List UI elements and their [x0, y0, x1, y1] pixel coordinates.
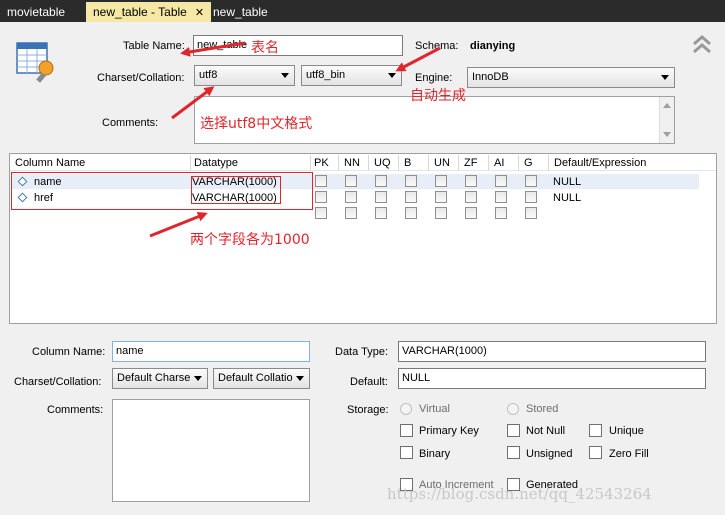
arrow-to-table-name [180, 41, 246, 57]
annotation-auto-generated: 自动生成 [410, 88, 466, 104]
annotation-fields: 两个字段各为1000 [190, 232, 310, 248]
annotation-arrows [149, 41, 441, 238]
annotation-utf8: 选择utf8中文格式 [200, 116, 313, 132]
annotation-table-name: 表名 [251, 40, 279, 56]
watermark-text: https://blog.csdn.net/qq_42543264 [387, 485, 652, 503]
arrow-to-collation [395, 46, 441, 72]
